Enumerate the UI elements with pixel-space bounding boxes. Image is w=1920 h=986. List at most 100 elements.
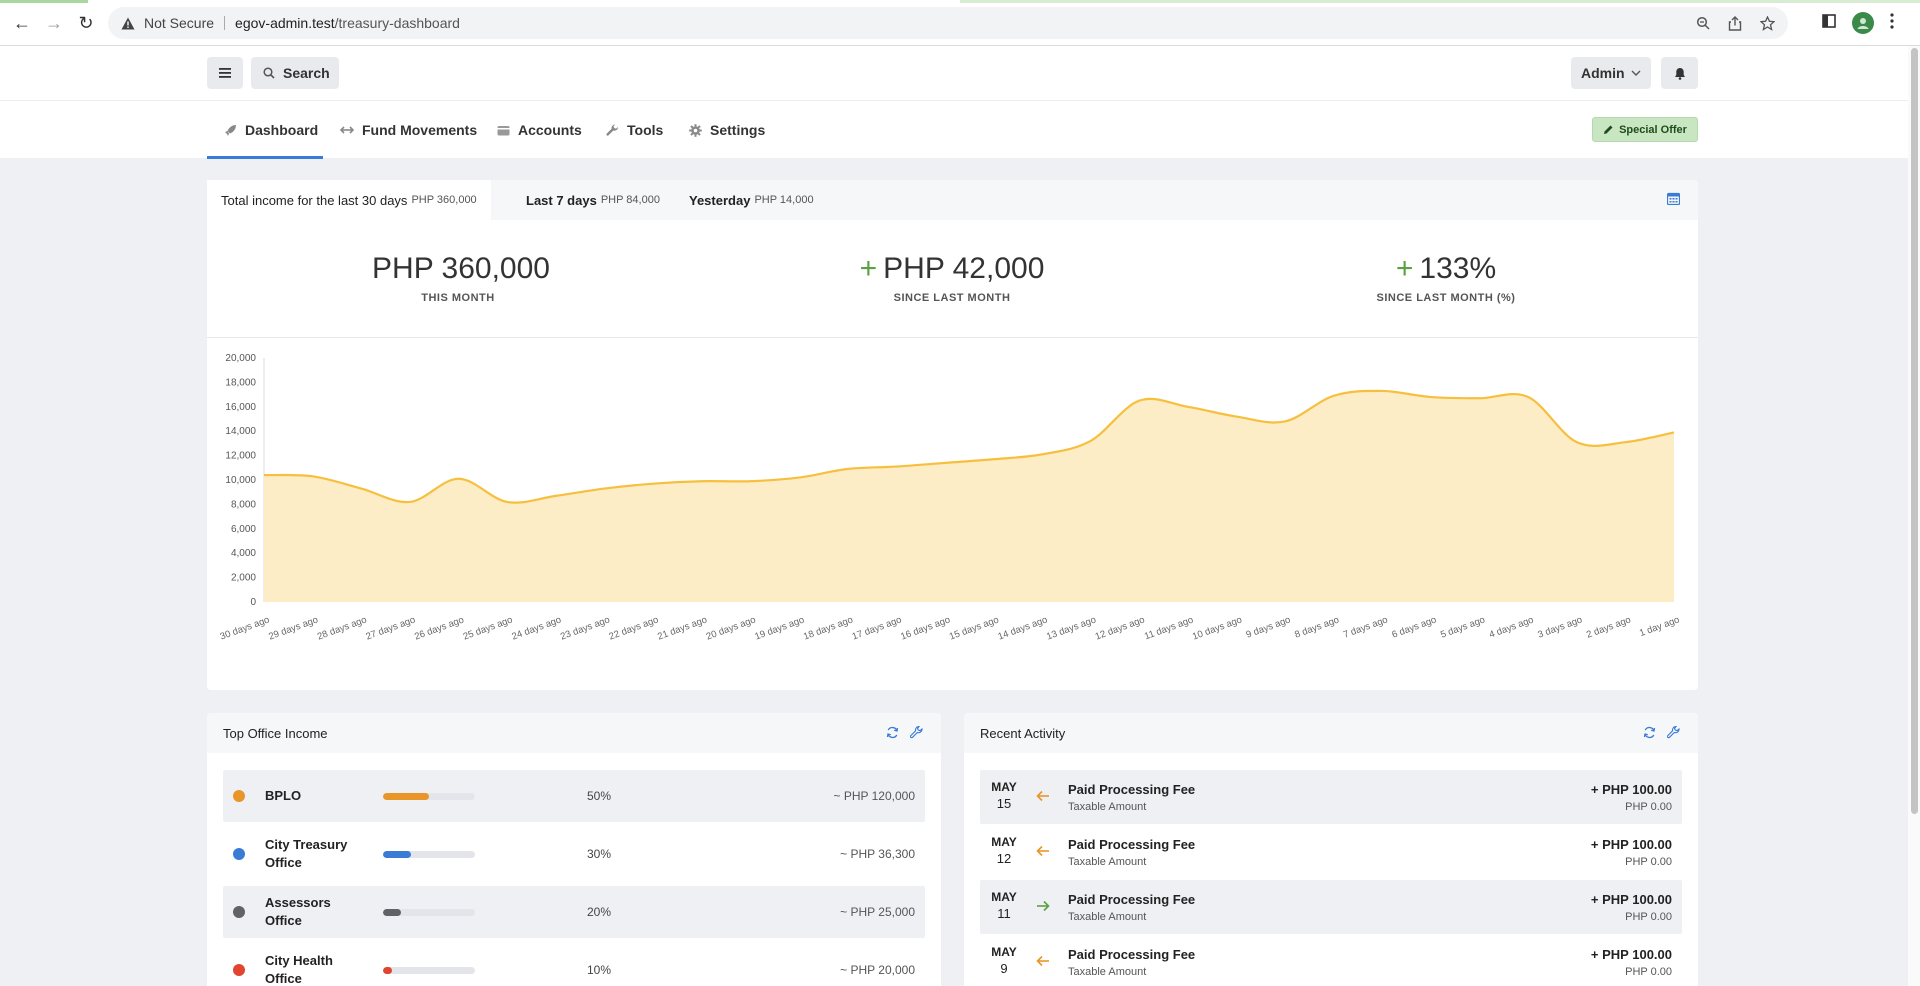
- refresh-icon[interactable]: [885, 725, 899, 739]
- activity-row[interactable]: MAY 9 Paid Processing Fee Taxable Amount + P…: [980, 935, 1682, 986]
- card-title: Top Office Income: [223, 725, 328, 741]
- warning-icon: [120, 15, 136, 31]
- x-tick-label: 12 days ago: [1094, 614, 1146, 642]
- url-path: /treasury-dashboard: [334, 15, 460, 31]
- profile-avatar-icon[interactable]: [1852, 12, 1874, 34]
- stat-label: THIS MONTH: [421, 292, 495, 304]
- security-label[interactable]: Not Secure: [144, 16, 226, 30]
- period-label: Last 7 days: [526, 192, 597, 208]
- activity-tax: PHP 0.00: [1625, 856, 1672, 868]
- activity-day: 11: [997, 906, 1011, 921]
- period-amount: PHP 14,000: [754, 194, 814, 206]
- activity-row[interactable]: MAY 15 Paid Processing Fee Taxable Amount + …: [980, 770, 1682, 824]
- activity-subtitle: Taxable Amount: [1068, 966, 1147, 978]
- activity-date: MAY 12: [988, 835, 1020, 866]
- y-tick-label: 16,000: [225, 402, 256, 413]
- forward-icon[interactable]: →: [42, 11, 66, 35]
- office-name: City Treasury Office: [265, 837, 348, 870]
- office-name: Assessors Office: [265, 895, 331, 928]
- rocket-icon: [223, 123, 237, 137]
- calendar-icon[interactable]: [1666, 192, 1683, 208]
- side-panel-icon[interactable]: [1822, 13, 1836, 33]
- activity-day: 12: [996, 851, 1012, 866]
- tab-tools[interactable]: Tools: [605, 101, 663, 159]
- activity-tax: PHP 0.00: [1625, 966, 1672, 978]
- x-tick-label: 17 days ago: [851, 614, 903, 642]
- office-progress-bar: [383, 792, 475, 800]
- tab-settings[interactable]: Settings: [688, 101, 765, 159]
- zoom-icon[interactable]: [1694, 14, 1712, 32]
- refresh-icon[interactable]: [1642, 725, 1656, 739]
- stat-prefix: +: [1395, 252, 1414, 285]
- office-color-dot: [233, 848, 245, 860]
- arrow-left-icon: [1036, 954, 1052, 970]
- activity-row[interactable]: MAY 11 Paid Processing Fee Taxable Amount + …: [980, 880, 1682, 934]
- tab-label: Settings: [710, 122, 766, 138]
- x-tick-label: 27 days ago: [364, 614, 416, 642]
- wrench-icon[interactable]: [1666, 725, 1680, 739]
- office-percent: 50%: [587, 789, 612, 803]
- office-progress-fill: [383, 908, 402, 916]
- address-bar[interactable]: Not Secure egov-admin.test/treasury-dash…: [108, 7, 1788, 39]
- special-offer-button[interactable]: Special Offer: [1592, 117, 1698, 142]
- office-color-dot: [233, 790, 245, 802]
- x-tick-label: 2 days ago: [1585, 614, 1632, 640]
- x-tick-label: 30 days ago: [219, 614, 271, 642]
- x-tick-label: 29 days ago: [267, 614, 319, 642]
- y-tick-label: 6,000: [231, 524, 256, 535]
- office-row: City Health Office 10% ~ PHP 20,000: [223, 944, 925, 986]
- user-menu-button[interactable]: Admin: [1571, 57, 1651, 89]
- office-name: BPLO: [265, 788, 302, 803]
- reload-icon[interactable]: ↻: [74, 11, 98, 35]
- office-progress-fill: [383, 966, 393, 974]
- wrench-icon: [605, 123, 619, 137]
- x-tick-label: 7 days ago: [1342, 614, 1389, 640]
- period-tab-yesterday[interactable]: Yesterday PHP 14,000: [675, 180, 828, 220]
- x-tick-label: 3 days ago: [1536, 614, 1583, 640]
- period-tab-7-days[interactable]: Last 7 days PHP 84,000: [512, 180, 674, 220]
- arrow-left-icon: [1036, 844, 1052, 860]
- search-button[interactable]: Search: [251, 57, 339, 89]
- bookmark-star-icon[interactable]: [1758, 14, 1776, 32]
- back-icon[interactable]: ←: [10, 11, 34, 35]
- x-tick-label: 18 days ago: [802, 614, 854, 642]
- activity-date: MAY 15: [988, 780, 1020, 811]
- kebab-menu-icon[interactable]: [1890, 12, 1894, 34]
- x-tick-label: 23 days ago: [559, 614, 611, 642]
- y-tick-label: 10,000: [225, 475, 256, 486]
- y-tick-label: 14,000: [225, 426, 256, 437]
- share-icon[interactable]: [1726, 14, 1744, 32]
- activity-title: Paid Processing Fee: [1068, 947, 1196, 962]
- x-tick-label: 4 days ago: [1488, 614, 1535, 640]
- tab-dashboard[interactable]: Dashboard: [207, 101, 323, 159]
- x-tick-label: 16 days ago: [899, 614, 951, 642]
- tab-fund-movements[interactable]: Fund Movements: [340, 101, 477, 159]
- menu-toggle-button[interactable]: [207, 57, 243, 89]
- arrows-horizontal-icon: [340, 123, 354, 137]
- tab-accounts[interactable]: Accounts: [496, 101, 582, 159]
- office-progress-fill: [383, 850, 411, 858]
- period-tab-30-days[interactable]: Total income for the last 30 days PHP 36…: [207, 180, 491, 220]
- office-progress-bar: [383, 966, 475, 974]
- office-row: Assessors Office 20% ~ PHP 25,000: [223, 886, 925, 938]
- activity-title: Paid Processing Fee: [1068, 837, 1196, 852]
- office-progress-bar: [383, 908, 475, 916]
- activity-month: MAY: [991, 780, 1017, 794]
- pencil-icon: [1604, 125, 1613, 134]
- office-name: City Health Office: [265, 953, 333, 986]
- income-area-chart: 0 2,000 4,000 6,000 8,000 10,000 12,000 14,000 1…: [219, 353, 1681, 643]
- page-scrollbar[interactable]: [1908, 46, 1920, 986]
- notifications-button[interactable]: [1661, 57, 1698, 89]
- stat-since-last-month: + PHP 42,000 SINCE LAST MONTH: [752, 252, 1152, 304]
- wrench-icon[interactable]: [909, 725, 923, 739]
- y-tick-label: 12,000: [225, 451, 256, 462]
- url-text[interactable]: egov-admin.test/treasury-dashboard: [235, 15, 460, 31]
- arrow-right-icon: [1036, 899, 1052, 915]
- y-tick-label: 2,000: [231, 573, 256, 584]
- scrollbar-thumb[interactable]: [1911, 48, 1918, 814]
- activity-month: MAY: [991, 890, 1017, 904]
- x-tick-label: 1 day ago: [1638, 614, 1681, 639]
- activity-row[interactable]: MAY 12 Paid Processing Fee Taxable Amount + …: [980, 825, 1682, 879]
- activity-tax: PHP 0.00: [1625, 801, 1672, 813]
- card-header: Top Office Income: [207, 713, 941, 753]
